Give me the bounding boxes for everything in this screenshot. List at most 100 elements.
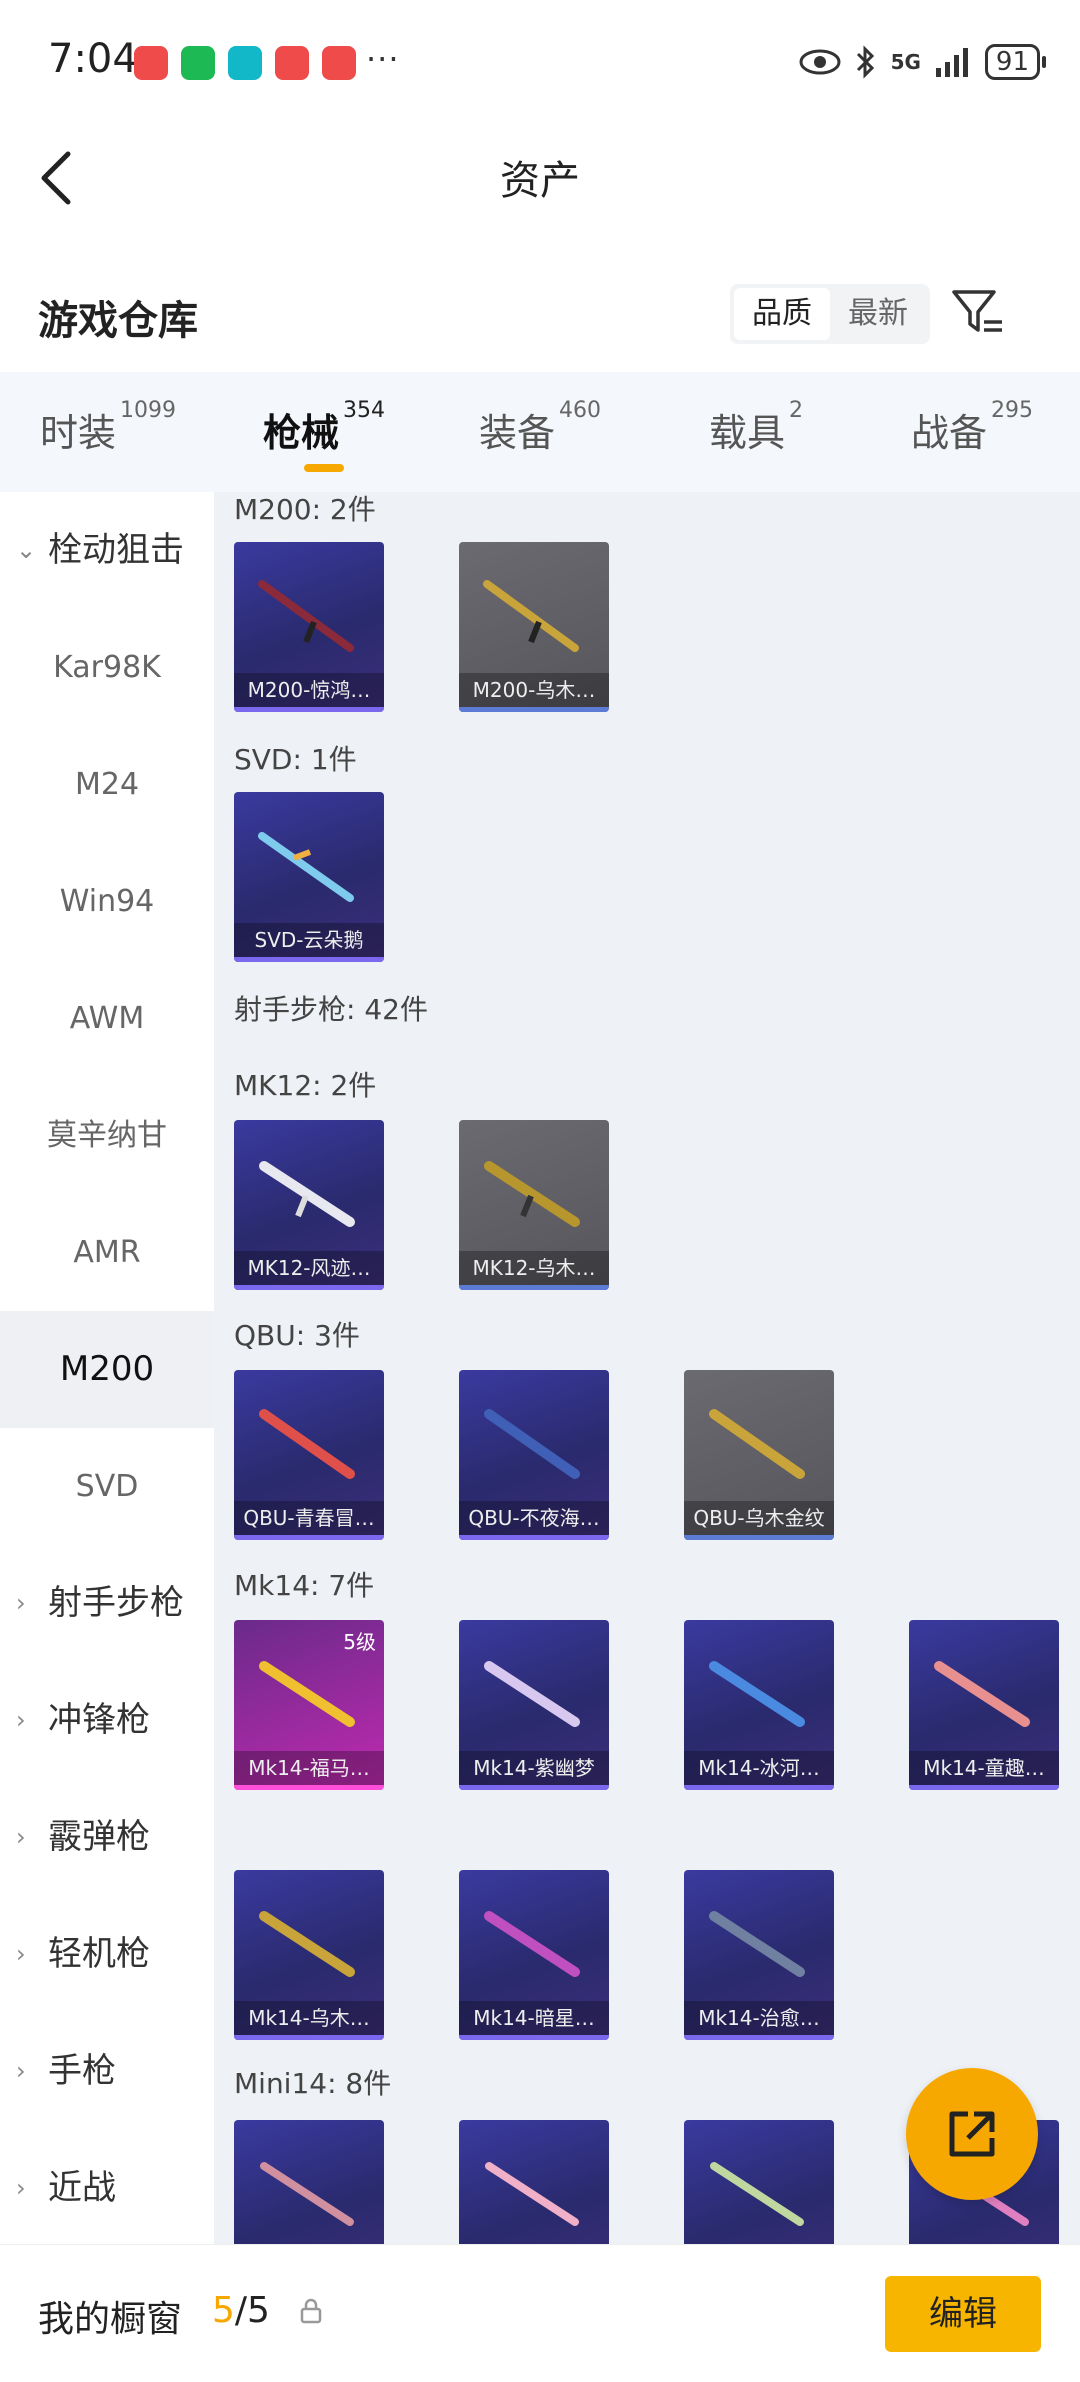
page-title: 资产	[500, 158, 580, 204]
rifle-icon	[709, 1911, 805, 1977]
item-card[interactable]: Mk14-紫幽梦	[459, 1620, 609, 1790]
rifle-icon	[483, 580, 579, 652]
group-label-marksman: 射手步枪: 42件	[234, 993, 428, 1026]
status-time: 7:04	[48, 36, 138, 82]
sidebar-item-mosin[interactable]: 莫辛纳甘	[0, 1077, 214, 1194]
group-label-mk12: MK12: 2件	[234, 1069, 377, 1102]
item-name: M200-乌木…	[459, 673, 609, 707]
item-card[interactable]	[234, 2120, 384, 2244]
tab-label: 战备	[910, 411, 987, 455]
item-card[interactable]: Mk14-治愈…	[684, 1870, 834, 2040]
shop-icon	[134, 46, 168, 80]
network-label: 5G	[890, 50, 921, 74]
rarity-bar	[234, 1535, 384, 1540]
eye-icon	[799, 49, 841, 75]
chevron-right-icon: ›	[16, 2174, 26, 2202]
sidebar-item-lmg[interactable]: › 轻机枪	[0, 1896, 214, 2013]
group-label-svd: SVD: 1件	[234, 743, 357, 776]
sidebar-item-svd[interactable]: SVD	[0, 1428, 214, 1545]
chevron-right-icon: ›	[16, 1589, 26, 1617]
tab-equipment[interactable]: 装备460	[432, 372, 648, 492]
sidebar-item-shotgun[interactable]: › 霰弹枪	[0, 1779, 214, 1896]
item-name: MK12-乌木…	[459, 1251, 609, 1285]
sidebar-item-label: 冲锋枪	[48, 1700, 150, 1740]
tab-count: 1099	[120, 398, 176, 423]
item-card[interactable]: Mk14-暗星…	[459, 1870, 609, 2040]
sidebar-item-win94[interactable]: Win94	[0, 843, 214, 960]
item-card[interactable]: 5级 Mk14-福马…	[234, 1620, 384, 1790]
rarity-bar	[684, 2035, 834, 2040]
item-card[interactable]: Mk14-童趣…	[909, 1620, 1059, 1790]
item-card[interactable]: MK12-风迹…	[234, 1120, 384, 1290]
tab-fashion[interactable]: 时装1099	[0, 372, 216, 492]
item-grid: M200: 2件 M200-惊鸿… M200-乌木… SVD: 1件 SVD-云…	[214, 492, 1080, 2244]
tab-guns[interactable]: 枪械354	[216, 372, 432, 492]
share-button[interactable]	[906, 2068, 1038, 2200]
item-name: QBU-乌木金纹	[684, 1501, 834, 1535]
sidebar-item-amr[interactable]: AMR	[0, 1194, 214, 1311]
system-status: 5G 91	[799, 40, 1047, 84]
more-notifications-icon: ···	[366, 40, 400, 78]
rarity-bar	[459, 1285, 609, 1290]
sort-quality[interactable]: 品质	[734, 288, 830, 340]
item-name: Mk14-乌木…	[234, 2001, 384, 2035]
item-name: QBU-不夜海…	[459, 1501, 609, 1535]
sidebar-item-label: 近战	[48, 2168, 116, 2208]
rarity-bar	[684, 1535, 834, 1540]
item-card[interactable]: MK12-乌木…	[459, 1120, 609, 1290]
share-icon	[949, 2111, 995, 2157]
rarity-bar	[684, 1785, 834, 1790]
showcase-count-current: 5	[212, 2290, 235, 2331]
tab-count: 354	[343, 398, 385, 423]
tab-supplies[interactable]: 战备295	[864, 372, 1080, 492]
tab-count: 295	[991, 398, 1033, 423]
item-card[interactable]: QBU-青春冒…	[234, 1370, 384, 1540]
item-card[interactable]: Mk14-乌木…	[234, 1870, 384, 2040]
item-card[interactable]: SVD-云朵鹅	[234, 792, 384, 962]
item-card[interactable]	[684, 2120, 834, 2244]
item-card[interactable]: Mk14-冰河…	[684, 1620, 834, 1790]
sidebar-item-melee[interactable]: › 近战	[0, 2130, 214, 2247]
sidebar-item-marksman[interactable]: › 射手步枪	[0, 1545, 214, 1662]
sidebar-item-m24[interactable]: M24	[0, 726, 214, 843]
tab-underline	[304, 464, 344, 472]
sidebar-item-pistol[interactable]: › 手枪	[0, 2013, 214, 2130]
item-name: MK12-风迹…	[234, 1251, 384, 1285]
category-tabs: 时装1099 枪械354 装备460 载具2 战备295	[0, 372, 1080, 492]
rifle-icon	[934, 1661, 1030, 1727]
rifle-icon	[710, 2162, 804, 2226]
tab-label: 时装	[39, 411, 116, 455]
sidebar-item-m200[interactable]: M200	[0, 1311, 214, 1428]
item-card[interactable]: M200-乌木…	[459, 542, 609, 712]
rarity-bar	[459, 1785, 609, 1790]
showcase-label: 我的橱窗	[38, 2299, 183, 2340]
rarity-bar	[459, 707, 609, 712]
sidebar-item-label: 射手步枪	[48, 1583, 184, 1623]
item-card[interactable]: QBU-不夜海…	[459, 1370, 609, 1540]
sort-newest[interactable]: 最新	[830, 288, 926, 340]
rifle-icon	[258, 580, 354, 652]
sort-toggle: 品质 最新	[730, 284, 930, 344]
rarity-bar	[234, 1285, 384, 1290]
lock-icon	[300, 2298, 322, 2324]
sidebar-item-kar98k[interactable]: Kar98K	[0, 609, 214, 726]
rifle-icon	[709, 1409, 805, 1479]
battery-indicator: 91	[984, 44, 1047, 80]
item-card[interactable]: QBU-乌木金纹	[684, 1370, 834, 1540]
edit-button[interactable]: 编辑	[885, 2276, 1041, 2352]
tab-vehicles[interactable]: 载具2	[648, 372, 864, 492]
shield-icon	[228, 46, 262, 80]
rifle-icon	[259, 1161, 355, 1227]
chevron-right-icon: ›	[16, 2057, 26, 2085]
chevron-right-icon: ›	[16, 1823, 26, 1851]
item-card[interactable]: M200-惊鸿…	[234, 542, 384, 712]
group-label-mini14: Mini14: 8件	[234, 2067, 392, 2100]
filter-icon[interactable]	[950, 284, 1006, 340]
sidebar-item-bolt-sniper[interactable]: ⌄ 栓动狙击	[0, 492, 214, 609]
chevron-right-icon: ›	[16, 1940, 26, 1968]
sidebar-item-smg[interactable]: › 冲锋枪	[0, 1662, 214, 1779]
signal-icon	[935, 48, 968, 77]
item-card[interactable]	[459, 2120, 609, 2244]
sidebar-item-awm[interactable]: AWM	[0, 960, 214, 1077]
rarity-bar	[234, 957, 384, 962]
